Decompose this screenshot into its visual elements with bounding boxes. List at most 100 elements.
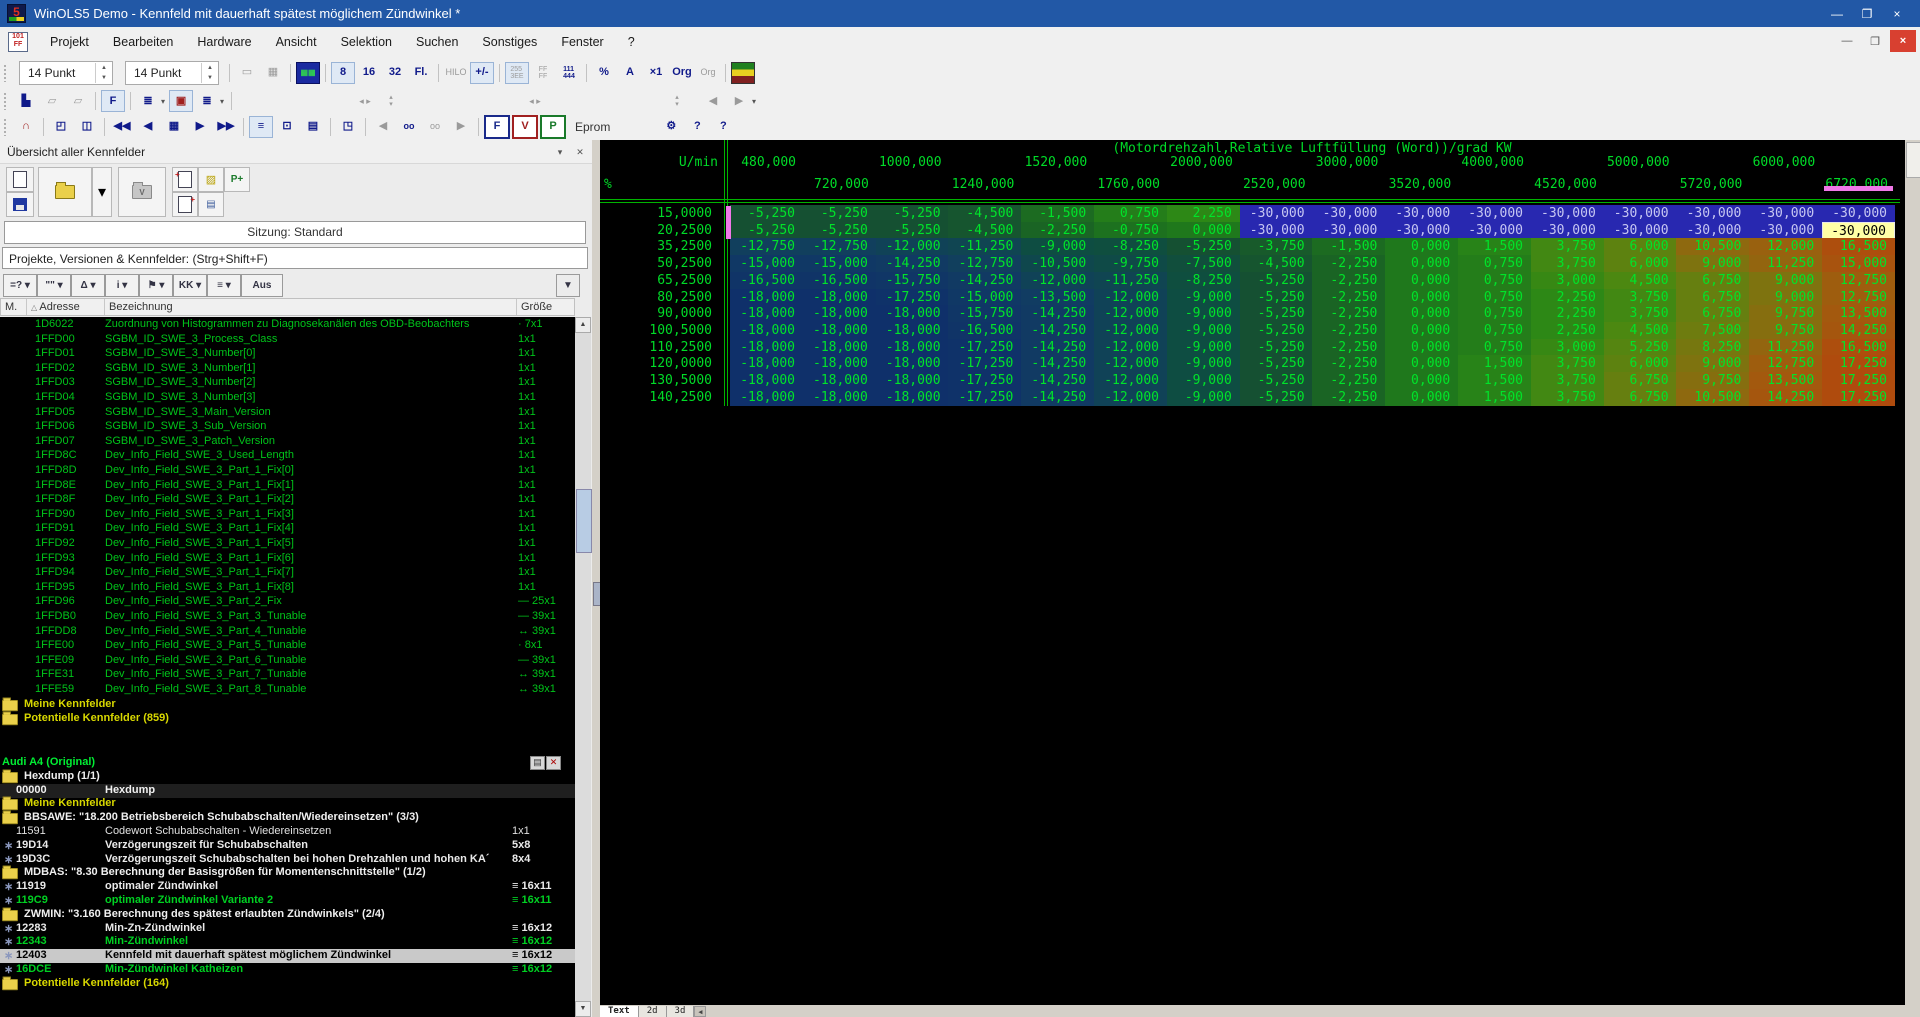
- new-project-button[interactable]: [6, 167, 34, 192]
- map-cell[interactable]: -14,250: [1021, 305, 1095, 323]
- map-cell[interactable]: -30,000: [1530, 221, 1604, 239]
- tree-map-row[interactable]: ∗ 119C9 optimaler Zündwinkel Variante 2 ≡ 1…: [0, 894, 575, 908]
- display-mode-icon[interactable]: ▭: [235, 62, 259, 84]
- map-cell[interactable]: -2,250: [1312, 372, 1386, 389]
- map-cell[interactable]: -18,000: [802, 321, 876, 339]
- map-cell[interactable]: -9,000: [1166, 338, 1240, 356]
- map-cell[interactable]: -12,000: [1094, 288, 1167, 306]
- map-cell[interactable]: 11,250: [1749, 255, 1823, 273]
- filter-flag-button[interactable]: ⚑ ▾: [139, 274, 173, 297]
- tree-map-row[interactable]: ∗ 11919 optimaler Zündwinkel ≡ 16x11: [0, 880, 575, 894]
- map-cell[interactable]: -5,250: [1239, 288, 1313, 306]
- map-cell[interactable]: -15,000: [948, 288, 1022, 306]
- map-cell[interactable]: -30,000: [1676, 205, 1750, 222]
- bits-32-button[interactable]: 32: [383, 62, 407, 84]
- map-cell[interactable]: -18,000: [875, 338, 949, 356]
- table-row[interactable]: 1FFD8E Dev_Info_Field_SWE_3_Part_1_Fix[1]…: [0, 479, 575, 493]
- magnet-icon[interactable]: ∩: [14, 116, 38, 138]
- map-cell[interactable]: -15,750: [875, 271, 949, 289]
- map-cell[interactable]: -5,250: [1239, 305, 1313, 323]
- map-cell[interactable]: -17,250: [948, 388, 1022, 406]
- map-cell[interactable]: -5,250: [730, 221, 803, 239]
- tab-3d[interactable]: 3d: [666, 1005, 695, 1017]
- spin-down-icon[interactable]: ▼: [202, 73, 218, 83]
- map-cell[interactable]: -16,500: [730, 271, 803, 289]
- map-cell[interactable]: 16,500: [1822, 238, 1895, 256]
- map-cell[interactable]: 3,750: [1530, 355, 1604, 373]
- column-groesse[interactable]: Größe: [517, 299, 574, 315]
- map-cell[interactable]: -14,250: [1021, 388, 1095, 406]
- spin-up-icon[interactable]: ▲: [96, 63, 112, 73]
- open-project-dropdown[interactable]: ▾: [92, 167, 112, 217]
- map-cell[interactable]: 1,500: [1458, 238, 1531, 256]
- map-cell[interactable]: -7,500: [1166, 255, 1240, 273]
- child-minimize-button[interactable]: —: [1834, 30, 1860, 52]
- binary-view-button[interactable]: 111 444: [557, 62, 581, 84]
- map-cell[interactable]: 2,250: [1530, 321, 1604, 339]
- map-cell[interactable]: 6,750: [1676, 271, 1750, 289]
- map-cell[interactable]: -18,000: [875, 388, 949, 406]
- close-button[interactable]: ×: [1882, 1, 1912, 26]
- column-header[interactable]: 1000,000: [862, 155, 942, 170]
- map-cell[interactable]: 0,000: [1385, 305, 1459, 323]
- menu-help[interactable]: ?: [616, 31, 647, 53]
- row-header[interactable]: 130,5000: [600, 373, 712, 388]
- spin-down-icon[interactable]: ▼: [96, 73, 112, 83]
- map-cell[interactable]: -16,500: [948, 321, 1022, 339]
- map-cell[interactable]: 6,750: [1603, 388, 1677, 406]
- search-values-icon[interactable]: oo: [397, 116, 421, 138]
- map-cell[interactable]: -30,000: [1749, 205, 1823, 222]
- map-cell[interactable]: 10,500: [1676, 238, 1750, 256]
- map-cell[interactable]: -5,250: [1239, 321, 1313, 339]
- map-cell[interactable]: 2,250: [1530, 305, 1604, 323]
- map-cell[interactable]: -4,500: [1239, 255, 1313, 273]
- map-grid-button[interactable]: ▦: [162, 116, 186, 138]
- dropdown-arrow-icon[interactable]: ▾: [752, 97, 756, 106]
- table-row[interactable]: 1FFD07 SGBM_ID_SWE_3_Patch_Version 1x1: [0, 435, 575, 449]
- vscroll-spinner[interactable]: ▴ ▾: [379, 90, 403, 112]
- map-cell[interactable]: 0,000: [1385, 321, 1459, 339]
- menu-ansicht[interactable]: Ansicht: [264, 31, 329, 53]
- map-cell[interactable]: 15,000: [1822, 255, 1895, 273]
- tree-folder-row[interactable]: Potentielle Kennfelder (164): [2, 976, 572, 991]
- table-row[interactable]: 1FFD8D Dev_Info_Field_SWE_3_Part_1_Fix[0]…: [0, 464, 575, 478]
- map-cell[interactable]: -5,250: [730, 205, 803, 222]
- tree-map-row[interactable]: ∗ 16DCE Min-Zündwinkel Katheizen ≡ 16x12: [0, 963, 575, 977]
- map-cell[interactable]: -14,250: [1021, 372, 1095, 389]
- row-header[interactable]: 35,2500: [600, 239, 712, 254]
- map-cell[interactable]: 0,000: [1385, 238, 1459, 256]
- first-map-button[interactable]: ◀◀: [110, 116, 134, 138]
- send-mail-button[interactable]: ▤: [198, 192, 224, 217]
- column-header[interactable]: 2000,000: [1153, 155, 1233, 170]
- map-cell[interactable]: 12,750: [1749, 355, 1823, 373]
- window-tile-icon[interactable]: ◫: [75, 116, 99, 138]
- map-cell[interactable]: 0,000: [1385, 355, 1459, 373]
- hilo-byteorder-button[interactable]: HILO: [444, 62, 468, 84]
- font-size-spinner-2-arrows[interactable]: ▲ ▼: [201, 62, 218, 83]
- table-row[interactable]: 1FFD90 Dev_Info_Field_SWE_3_Part_1_Fix[3]…: [0, 508, 575, 522]
- map-cell[interactable]: -17,250: [875, 288, 949, 306]
- tab-2d[interactable]: 2d: [638, 1005, 667, 1017]
- map-cell[interactable]: 9,000: [1676, 255, 1750, 273]
- map-cell[interactable]: -12,000: [1094, 338, 1167, 356]
- table-row[interactable]: 1FFD95 Dev_Info_Field_SWE_3_Part_1_Fix[8]…: [0, 581, 575, 595]
- map-cell[interactable]: -12,000: [1094, 321, 1167, 339]
- map-cell[interactable]: -18,000: [875, 372, 949, 389]
- map-cell[interactable]: -9,750: [1094, 255, 1167, 273]
- map-cell[interactable]: -5,250: [1239, 372, 1313, 389]
- map-cell[interactable]: -13,500: [1021, 288, 1095, 306]
- map-cell[interactable]: 3,750: [1530, 388, 1604, 406]
- scroll-down-icon[interactable]: ▼: [575, 1001, 591, 1017]
- filter-list-button[interactable]: ≡ ▾: [207, 274, 241, 297]
- map-cell[interactable]: -2,250: [1312, 388, 1386, 406]
- map-cell[interactable]: -12,750: [802, 238, 876, 256]
- map-cell[interactable]: 13,500: [1749, 372, 1823, 389]
- map-cell[interactable]: -1,500: [1312, 238, 1386, 256]
- map-cell[interactable]: -18,000: [730, 305, 803, 323]
- tree-folder-row[interactable]: BBSAWE: "18.200 Betriebsbereich Schubabs…: [2, 810, 572, 825]
- map-cell[interactable]: -2,250: [1312, 255, 1386, 273]
- prev-map-button[interactable]: ◀: [701, 90, 725, 112]
- last-map-button[interactable]: ▶▶: [214, 116, 238, 138]
- map-cell[interactable]: -30,000: [1458, 221, 1531, 239]
- column-header[interactable]: 480,000: [716, 155, 796, 170]
